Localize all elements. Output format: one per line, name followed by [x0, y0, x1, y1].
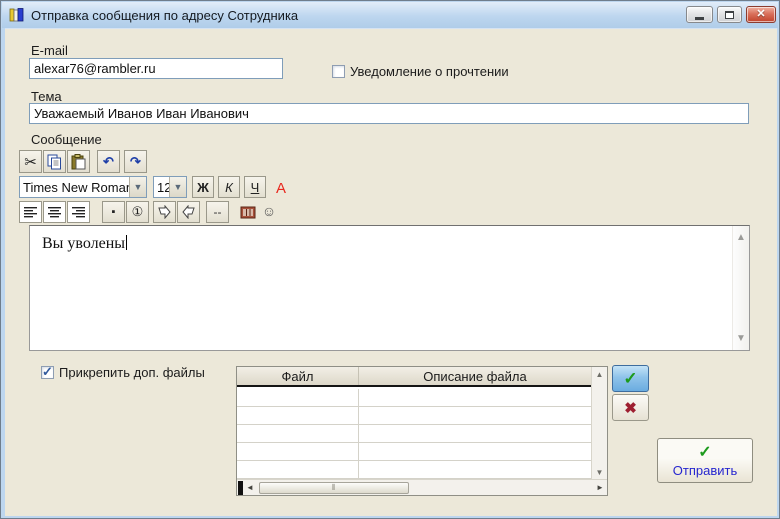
scissors-icon: ✂	[24, 153, 37, 171]
paste-button[interactable]	[67, 150, 90, 173]
table-row[interactable]	[237, 461, 591, 479]
table-row[interactable]	[237, 407, 591, 425]
font-size-value: 12	[157, 179, 169, 195]
maximize-button[interactable]	[717, 6, 742, 23]
font-family-value: Times New Roman	[23, 179, 129, 195]
message-body-editor[interactable]: Вы уволены ▲ ▼	[29, 225, 750, 351]
message-scrollbar[interactable]: ▲ ▼	[732, 226, 749, 350]
read-receipt-label: Уведомление о прочтении	[350, 64, 509, 79]
close-button[interactable]: ✕	[746, 6, 776, 23]
bold-button[interactable]: Ж	[192, 176, 214, 198]
read-receipt-checkbox[interactable]	[332, 65, 345, 78]
font-size-select[interactable]: 12 ▼	[153, 176, 187, 198]
align-center-icon	[47, 207, 61, 218]
scroll-left-icon[interactable]: ◄	[243, 483, 257, 492]
bullet-icon: ▪	[111, 206, 116, 218]
align-right-icon	[71, 207, 85, 218]
scroll-thumb[interactable]: ⦀	[259, 481, 409, 494]
bullet-list-button[interactable]: ▪	[102, 201, 125, 223]
numbered-list-icon: ①	[131, 204, 144, 219]
email-label: E-mail	[31, 43, 68, 58]
redo-icon: ↷	[130, 153, 141, 169]
email-input[interactable]	[29, 58, 283, 79]
chevron-down-icon: ▼	[129, 177, 146, 197]
minimize-icon	[695, 16, 704, 20]
underline-label: Ч	[250, 179, 260, 195]
scroll-up-icon: ▲	[736, 232, 746, 243]
italic-button[interactable]: К	[218, 176, 240, 198]
check-icon: ✓	[42, 364, 53, 379]
outdent-button[interactable]	[177, 201, 200, 223]
align-center-button[interactable]	[43, 201, 66, 223]
send-message-window: Отправка сообщения по адресу Сотрудника …	[0, 0, 780, 519]
table-row[interactable]	[237, 389, 591, 407]
x-icon: ✖	[624, 399, 637, 417]
message-label: Сообщение	[31, 132, 102, 147]
app-books-icon	[9, 8, 24, 22]
chevron-down-icon: ▼	[169, 177, 186, 197]
check-icon: ✓	[623, 368, 638, 388]
text-caret	[126, 235, 128, 250]
table-horizontal-scrollbar[interactable]: ◄ ⦀ ►	[237, 479, 607, 495]
undo-icon: ↶	[103, 153, 114, 169]
dash-label: --	[213, 205, 222, 219]
image-icon	[240, 206, 256, 218]
font-family-select[interactable]: Times New Roman ▼	[19, 176, 147, 198]
scroll-right-icon[interactable]: ►	[593, 483, 607, 492]
italic-label: К	[225, 179, 233, 195]
horizontal-line-button[interactable]: --	[206, 201, 229, 223]
align-right-button[interactable]	[67, 201, 90, 223]
add-attachment-button[interactable]: ✓	[612, 365, 649, 392]
cut-button[interactable]: ✂	[19, 150, 42, 173]
font-color-label: A	[275, 179, 286, 197]
align-left-icon	[23, 207, 37, 218]
remove-attachment-button[interactable]: ✖	[612, 394, 649, 421]
column-header-description[interactable]: Описание файла	[359, 367, 591, 385]
table-vertical-scrollbar[interactable]: ▲ ▼	[591, 367, 607, 480]
column-header-file[interactable]: Файл	[237, 367, 359, 385]
subject-input[interactable]	[29, 103, 749, 124]
titlebar: Отправка сообщения по адресу Сотрудника	[2, 2, 778, 28]
window-title: Отправка сообщения по адресу Сотрудника	[31, 7, 299, 23]
subject-label: Тема	[31, 89, 62, 104]
undo-button[interactable]: ↶	[97, 150, 120, 173]
close-icon: ✕	[756, 8, 766, 20]
indent-right-arrow-icon	[158, 205, 171, 219]
scroll-down-icon: ▼	[595, 468, 604, 477]
attachments-table-body	[237, 389, 591, 479]
font-color-button[interactable]: A	[273, 179, 289, 197]
send-button[interactable]: ✓ Отправить	[657, 438, 753, 483]
scroll-up-icon: ▲	[595, 370, 604, 379]
minimize-button[interactable]	[686, 6, 713, 23]
insert-image-button[interactable]	[239, 203, 257, 221]
numbered-list-button[interactable]: ①	[126, 201, 149, 223]
smiley-icon: ☺	[261, 203, 277, 219]
insert-smiley-button[interactable]: ☺	[261, 202, 277, 220]
attachments-table-header: Файл Описание файла	[237, 367, 591, 387]
message-text: Вы уволены	[42, 235, 128, 252]
indent-left-arrow-icon	[182, 205, 195, 219]
attach-files-label: Прикрепить доп. файлы	[59, 365, 205, 380]
paste-icon	[71, 153, 86, 169]
align-left-button[interactable]	[19, 201, 42, 223]
redo-button[interactable]: ↷	[124, 150, 147, 173]
scroll-down-icon: ▼	[736, 333, 746, 344]
attach-files-checkbox[interactable]: ✓	[41, 364, 54, 379]
bold-label: Ж	[197, 179, 209, 195]
table-row[interactable]	[237, 425, 591, 443]
copy-button[interactable]	[43, 150, 66, 173]
attachments-table: Файл Описание файла ▲ ▼ ◄ ⦀ ►	[236, 366, 608, 496]
table-row[interactable]	[237, 443, 591, 461]
maximize-icon	[725, 10, 734, 19]
send-button-label: Отправить	[672, 463, 738, 478]
indent-button[interactable]	[153, 201, 176, 223]
copy-icon	[47, 154, 61, 169]
underline-button[interactable]: Ч	[244, 176, 266, 198]
check-icon: ✓	[698, 444, 712, 461]
